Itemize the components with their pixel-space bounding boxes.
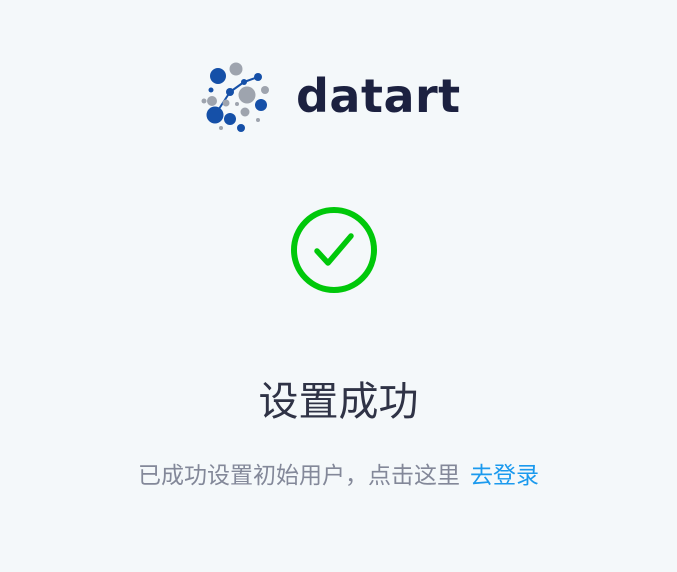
datart-logo-icon <box>201 62 269 132</box>
go-login-link[interactable]: 去登录 <box>470 463 539 489</box>
success-message-text: 已成功设置初始用户，点击这里 <box>138 463 460 489</box>
brand-header: datart <box>198 60 461 136</box>
success-title: 设置成功 <box>258 379 419 425</box>
check-circle-icon <box>291 207 377 293</box>
success-message: 已成功设置初始用户，点击这里 去登录 <box>0 460 677 492</box>
brand-name: datart <box>296 69 461 123</box>
